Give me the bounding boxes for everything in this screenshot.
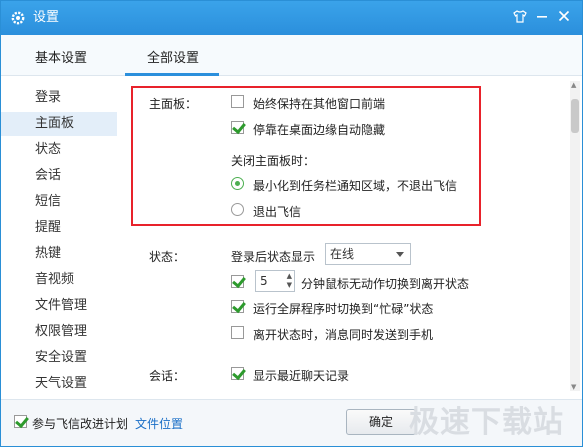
idle-minutes-stepper[interactable]: 5 ▲ ▼	[255, 270, 295, 292]
sidebar-item-file-management[interactable]: 文件管理	[1, 294, 117, 318]
idle-away-checkbox[interactable]	[231, 275, 244, 288]
skin-button[interactable]	[509, 5, 531, 27]
improve-plan-label: 参与飞信改进计划	[32, 417, 129, 431]
always-on-top-label: 始终保持在其他窗口前端	[253, 97, 386, 111]
sidebar-item-weather[interactable]: 天气设置	[1, 372, 117, 396]
show-recent-chat-checkbox[interactable]	[231, 367, 244, 380]
active-tab-indicator	[125, 73, 219, 76]
login-status-value: 在线	[330, 247, 355, 261]
login-status-select[interactable]: 在线	[325, 243, 411, 265]
minimize-to-tray-label: 最小化到任务栏通知区域，不退出飞信	[253, 179, 458, 193]
tab-all-settings[interactable]: 全部设置	[147, 47, 199, 66]
content-scrollbar[interactable]: ▲ ▼	[570, 81, 580, 391]
settings-window: 设置 基本设置 全部设置 登录 主面板 状态 会话 短信 提醒 热键 音视频 文…	[0, 0, 583, 447]
main-panel-section-label: 主面板：	[149, 97, 198, 111]
watermark-logo: 极速下载站	[409, 405, 564, 440]
shirt-icon	[513, 9, 527, 23]
sidebar-item-session[interactable]: 会话	[1, 164, 117, 188]
gear-icon	[11, 11, 25, 25]
away-sms-checkbox[interactable]	[231, 326, 244, 339]
sidebar-item-reminder[interactable]: 提醒	[1, 216, 117, 240]
sidebar-item-hotkey[interactable]: 热键	[1, 242, 117, 266]
sidebar-item-main-panel[interactable]: 主面板	[1, 112, 117, 136]
minimize-button[interactable]	[531, 5, 553, 27]
exit-label: 退出飞信	[253, 205, 302, 219]
show-recent-chat-label: 显示最近聊天记录	[253, 369, 350, 383]
auto-hide-label: 停靠在桌面边缘自动隐藏	[253, 123, 386, 137]
scroll-up-icon[interactable]: ▲	[571, 81, 576, 89]
minimize-to-tray-radio[interactable]	[231, 177, 244, 190]
improve-plan-checkbox[interactable]	[14, 415, 27, 428]
title-bar: 设置	[1, 1, 582, 35]
window-title: 设置	[33, 10, 60, 25]
stepper-arrows-icon[interactable]: ▲ ▼	[287, 272, 292, 290]
exit-radio[interactable]	[231, 203, 244, 216]
fullscreen-busy-label: 运行全屏程序时切换到“忙碌”状态	[253, 302, 434, 316]
sidebar-item-sms[interactable]: 短信	[1, 190, 117, 214]
sidebar-item-audio-video[interactable]: 音视频	[1, 268, 117, 292]
close-button[interactable]	[553, 5, 575, 27]
minimize-icon	[537, 16, 547, 18]
sidebar-item-security[interactable]: 安全设置	[1, 346, 117, 370]
close-panel-label: 关闭主面板时：	[231, 154, 316, 168]
after-login-status-label: 登录后状态显示	[231, 250, 316, 264]
ok-button[interactable]: 确定	[346, 409, 416, 435]
status-section-label: 状态：	[149, 250, 186, 264]
file-location-link[interactable]: 文件位置	[135, 415, 183, 432]
session-section-label: 会话：	[149, 369, 186, 383]
settings-sidebar: 登录 主面板 状态 会话 短信 提醒 热键 音视频 文件管理 权限管理 安全设置…	[1, 77, 119, 397]
chevron-down-icon	[396, 252, 404, 257]
idle-minutes-value: 5	[260, 274, 268, 288]
always-on-top-checkbox[interactable]	[231, 95, 244, 108]
scroll-down-icon[interactable]: ▼	[571, 383, 576, 391]
scroll-thumb[interactable]	[571, 99, 579, 133]
sidebar-item-permission[interactable]: 权限管理	[1, 320, 117, 344]
fullscreen-busy-checkbox[interactable]	[231, 300, 244, 313]
close-icon	[558, 10, 570, 22]
auto-hide-checkbox[interactable]	[231, 121, 244, 134]
tab-basic-settings[interactable]: 基本设置	[35, 47, 87, 66]
tab-bar: 基本设置 全部设置	[1, 35, 582, 76]
sidebar-item-status[interactable]: 状态	[1, 138, 117, 162]
sidebar-item-login[interactable]: 登录	[1, 86, 117, 110]
away-sms-label: 离开状态时，消息同时发送到手机	[253, 328, 434, 342]
idle-away-label: 分钟鼠标无动作切换到离开状态	[301, 277, 470, 291]
settings-content: 主面板： 始终保持在其他窗口前端 停靠在桌面边缘自动隐藏 关闭主面板时： 最小化…	[125, 77, 571, 397]
